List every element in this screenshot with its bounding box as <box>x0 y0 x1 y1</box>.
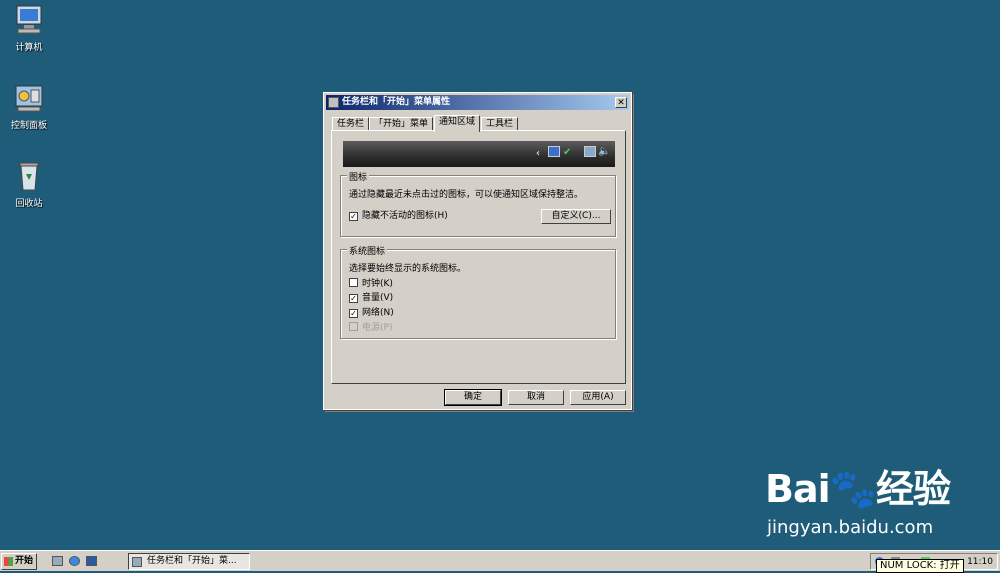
checkbox-label: 音量(V) <box>362 293 394 303</box>
checkbox-box: ✓ <box>349 294 358 303</box>
desktop-icon-computer[interactable]: 计算机 <box>4 4 54 53</box>
taskbar-item-label: 任务栏和「开始」菜... <box>147 556 237 566</box>
desktop-icon-control-panel[interactable]: 控制面板 <box>4 82 54 131</box>
customize-button[interactable]: 自定义(C)... <box>541 209 611 224</box>
apply-button[interactable]: 应用(A) <box>570 390 626 405</box>
computer-icon <box>12 4 46 36</box>
checkbox-box: ✓ <box>349 212 358 221</box>
system-icons-group-description: 选择要始终显示的系统图标。 <box>349 264 467 274</box>
ie-icon[interactable] <box>69 556 80 566</box>
clock-checkbox[interactable]: 时钟(K) <box>349 278 393 289</box>
power-checkbox: 电源(P) <box>349 322 392 333</box>
clock[interactable]: 11:10 <box>967 557 993 567</box>
tab-notification-area[interactable]: 通知区域 <box>434 115 481 132</box>
taskbar-item-properties[interactable]: 任务栏和「开始」菜... <box>128 553 250 570</box>
desktop-icon-recycle-bin[interactable]: 回收站 <box>4 160 54 209</box>
windows-logo-icon <box>4 557 13 566</box>
show-desktop-icon[interactable] <box>86 556 97 566</box>
watermark-site: jingyan.baidu.com <box>767 517 934 538</box>
ok-button[interactable]: 确定 <box>444 389 502 406</box>
taskbar: 开始 任务栏和「开始」菜... 11:10 <box>0 550 1000 571</box>
checkbox-label: 网络(N) <box>362 308 394 318</box>
close-button[interactable]: ✕ <box>615 97 627 108</box>
checkbox-box: ✓ <box>349 309 358 318</box>
checkbox-label: 时钟(K) <box>362 279 393 289</box>
window-icon <box>328 97 339 108</box>
display-icon <box>548 146 560 157</box>
shield-icon: ✔ <box>563 147 572 158</box>
taskbar-properties-dialog: 任务栏和「开始」菜单属性 ✕ 任务栏 「开始」菜单 通知区域 工具栏 ‹ ✔ 🔈… <box>323 92 632 410</box>
cancel-button[interactable]: 取消 <box>508 390 564 405</box>
window-icon <box>132 557 142 567</box>
dialog-title: 任务栏和「开始」菜单属性 <box>342 97 451 107</box>
tab-toolbars[interactable]: 工具栏 <box>481 117 519 131</box>
checkbox-box <box>349 322 358 331</box>
icons-group-description: 通过隐藏最近未点击过的图标，可以使通知区域保持整洁。 <box>349 190 584 200</box>
checkbox-label: 电源(P) <box>362 323 393 333</box>
desktop-icon-label: 计算机 <box>15 43 43 53</box>
notification-area-preview: ‹ ✔ 🔈 <box>343 141 615 167</box>
system-icons-group-title: 系统图标 <box>347 244 388 257</box>
tab-taskbar[interactable]: 任务栏 <box>332 117 370 131</box>
icons-group: 图标 通过隐藏最近未点击过的图标，可以使通知区域保持整洁。 ✓ 隐藏不活动的图标(… <box>340 170 616 237</box>
network-icon <box>584 146 596 157</box>
dialog-titlebar[interactable]: 任务栏和「开始」菜单属性 ✕ <box>326 95 629 110</box>
tab-start-menu[interactable]: 「开始」菜单 <box>369 117 434 131</box>
start-label: 开始 <box>15 556 34 566</box>
checkbox-label: 隐藏不活动的图标(H) <box>362 211 448 221</box>
checkbox-box <box>349 278 358 287</box>
network-checkbox[interactable]: ✓ 网络(N) <box>349 308 394 319</box>
chevron-left-icon: ‹ <box>536 148 540 159</box>
volume-icon: 🔈 <box>598 146 611 157</box>
desktop-icon-label: 回收站 <box>15 199 43 209</box>
control-panel-icon <box>12 82 46 114</box>
icons-group-title: 图标 <box>347 170 370 183</box>
desktop-icon-label: 控制面板 <box>10 121 47 131</box>
recycle-bin-icon <box>12 160 46 192</box>
tab-panel: ‹ ✔ 🔈 图标 通过隐藏最近未点击过的图标，可以使通知区域保持整洁。 ✓ 隐藏不… <box>331 130 626 384</box>
system-icons-group: 系统图标 选择要始终显示的系统图标。 时钟(K) ✓ 音量(V) ✓ 网络(N) 电… <box>340 244 616 339</box>
baidu-watermark: Bai🐾经验 jingyan.baidu.com <box>765 458 951 538</box>
watermark-logo: Bai🐾经验 <box>765 467 951 511</box>
hide-inactive-checkbox[interactable]: ✓ 隐藏不活动的图标(H) <box>349 211 448 222</box>
start-button[interactable]: 开始 <box>1 553 37 570</box>
server-manager-icon[interactable] <box>52 556 63 566</box>
volume-checkbox[interactable]: ✓ 音量(V) <box>349 293 393 304</box>
